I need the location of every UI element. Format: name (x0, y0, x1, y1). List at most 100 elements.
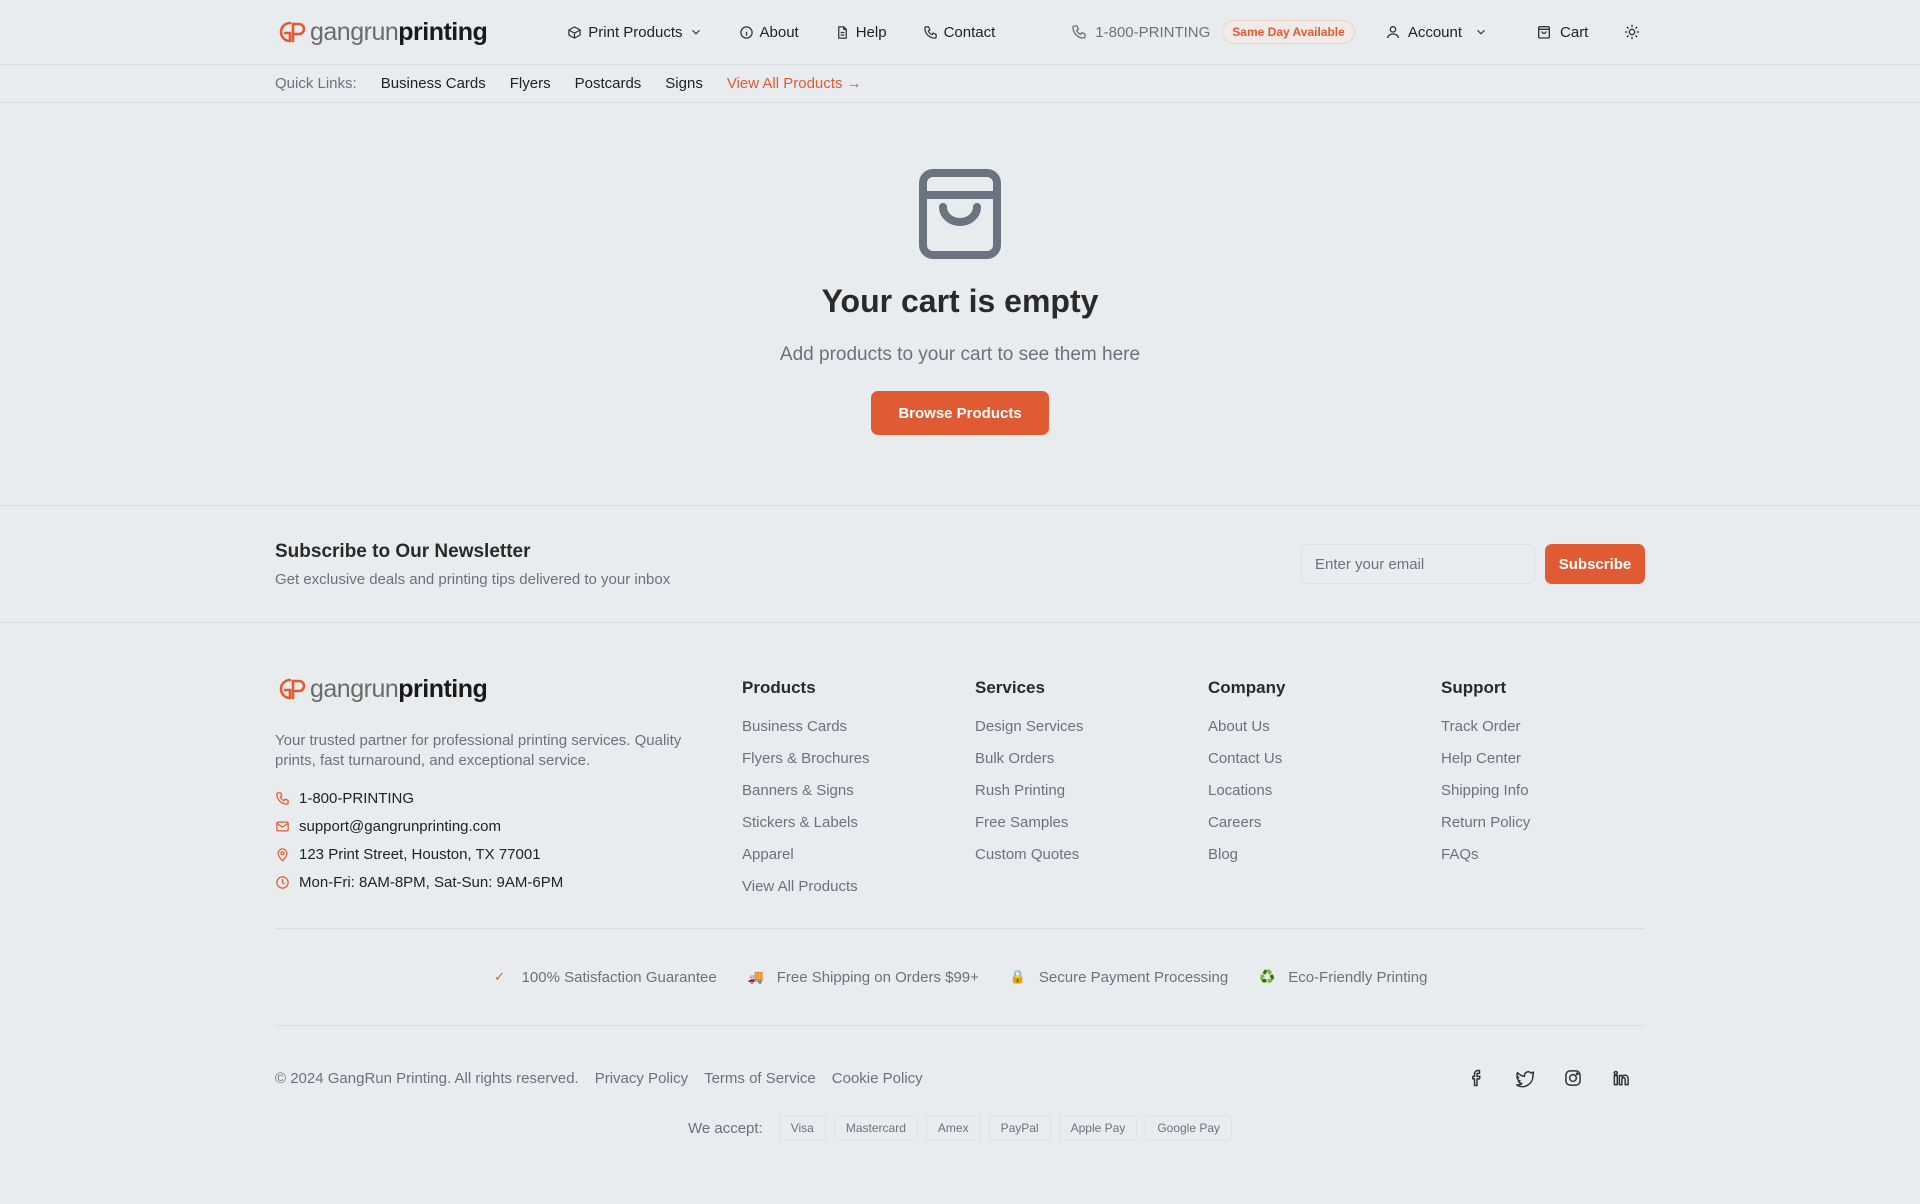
footer-link[interactable]: Business Cards (742, 718, 975, 750)
footer-link[interactable]: FAQs (1441, 846, 1641, 878)
linkedin-icon[interactable] (1611, 1068, 1631, 1088)
header-phone[interactable]: 1-800-PRINTING (1071, 24, 1210, 41)
nav-about[interactable]: About (739, 24, 799, 41)
newsletter-title: Subscribe to Our Newsletter (275, 540, 531, 562)
logo-text-part1: gangrun (310, 674, 399, 703)
cookie-policy-link[interactable]: Cookie Policy (832, 1070, 923, 1087)
facebook-icon[interactable] (1467, 1068, 1487, 1088)
quick-links-bar: Quick Links: Business Cards Flyers Postc… (0, 65, 1920, 103)
payment-visa: Visa (778, 1115, 826, 1141)
site-footer: gangrunprinting Your trusted partner for… (0, 623, 1920, 1141)
nav-print-products[interactable]: Print Products (567, 24, 702, 41)
trust-item-secure: 🔒 Secure Payment Processing (1010, 969, 1228, 986)
payment-apple-pay: Apple Pay (1058, 1115, 1138, 1141)
browse-products-button[interactable]: Browse Products (871, 391, 1049, 435)
footer-link[interactable]: Locations (1208, 782, 1441, 814)
privacy-policy-link[interactable]: Privacy Policy (595, 1070, 688, 1087)
footer-email-text: support@gangrunprinting.com (299, 817, 502, 835)
phone-number: 1-800-PRINTING (1095, 23, 1211, 41)
newsletter-subtitle: Get exclusive deals and printing tips de… (275, 570, 671, 588)
phone-icon (923, 25, 937, 39)
quick-link-postcards[interactable]: Postcards (575, 75, 642, 92)
footer-column-title: Support (1441, 678, 1507, 697)
footer-address: 123 Print Street, Houston, TX 77001 (275, 840, 742, 868)
footer-link[interactable]: Rush Printing (975, 782, 1208, 814)
shopping-bag-icon (919, 169, 1001, 259)
same-day-badge: Same Day Available (1222, 20, 1355, 44)
quick-link-view-all[interactable]: View All Products → (727, 75, 862, 92)
footer-link[interactable]: Design Services (975, 718, 1208, 750)
document-icon (837, 25, 847, 39)
footer-link[interactable]: Free Samples (975, 814, 1208, 846)
footer-email[interactable]: support@gangrunprinting.com (275, 812, 742, 840)
instagram-icon[interactable] (1563, 1068, 1583, 1088)
nav-label: About (759, 23, 799, 41)
footer-link[interactable]: View All Products (742, 878, 975, 910)
shopping-bag-icon (1538, 25, 1551, 39)
payment-paypal: PayPal (988, 1115, 1051, 1141)
footer-address-text: 123 Print Street, Houston, TX 77001 (299, 845, 541, 863)
footer-description: Your trusted partner for professional pr… (275, 732, 682, 769)
theme-toggle-button[interactable] (1624, 24, 1640, 40)
logo-text-part2: printing (398, 17, 488, 46)
clock-icon (276, 875, 289, 889)
nav-help[interactable]: Help (835, 24, 887, 41)
empty-cart-section: Your cart is empty Add products to your … (0, 103, 1920, 506)
footer-link[interactable]: Help Center (1441, 750, 1641, 782)
footer-logo[interactable]: gangrunprinting (276, 673, 742, 705)
footer-link[interactable]: Blog (1208, 846, 1441, 878)
footer-phone-text: 1-800-PRINTING (299, 789, 415, 807)
empty-cart-title: Your cart is empty (821, 283, 1099, 319)
info-icon (739, 25, 753, 39)
quick-link-flyers[interactable]: Flyers (510, 75, 551, 92)
logo-text-part2: printing (398, 674, 488, 703)
cart-link[interactable]: Cart (1536, 24, 1588, 41)
trust-label: Free Shipping on Orders $99+ (776, 968, 979, 986)
footer-link[interactable]: Apparel (742, 846, 975, 878)
footer-hours: Mon-Fri: 8AM-8PM, Sat-Sun: 9AM-6PM (275, 868, 742, 896)
footer-link[interactable]: Banners & Signs (742, 782, 975, 814)
footer-link[interactable]: Custom Quotes (975, 846, 1208, 878)
payment-mastercard: Mastercard (833, 1115, 918, 1141)
logo-mark-icon (279, 678, 306, 700)
phone-icon (1072, 25, 1086, 39)
terms-of-service-link[interactable]: Terms of Service (704, 1070, 816, 1087)
quick-links-label: Quick Links: (275, 75, 357, 92)
newsletter-email-input[interactable] (1301, 544, 1535, 584)
map-pin-icon (277, 847, 288, 861)
account-menu[interactable]: Account (1385, 24, 1488, 41)
footer-link[interactable]: Flyers & Brochures (742, 750, 975, 782)
quick-link-business-cards[interactable]: Business Cards (381, 75, 486, 92)
payment-google-pay: Google Pay (1145, 1115, 1233, 1141)
lock-icon: 🔒 (1009, 969, 1027, 984)
box-icon (568, 25, 582, 39)
nav-contact[interactable]: Contact (923, 23, 996, 41)
footer-link[interactable]: About Us (1208, 718, 1441, 750)
footer-link[interactable]: Careers (1208, 814, 1441, 846)
footer-column-services: Services Design Services Bulk Orders Rus… (975, 673, 1208, 928)
payment-methods: We accept: Visa Mastercard Amex PayPal A… (275, 1115, 1645, 1141)
empty-cart-subtitle: Add products to your cart to see them he… (779, 344, 1141, 365)
trust-label: Secure Payment Processing (1038, 968, 1229, 986)
twitter-icon[interactable] (1515, 1068, 1535, 1088)
phone-icon (276, 791, 289, 805)
copyright-text: © 2024 GangRun Printing. All rights rese… (275, 1069, 579, 1087)
footer-contact-list: 1-800-PRINTING support@gangrunprinting.c… (275, 784, 742, 896)
footer-column-products: Products Business Cards Flyers & Brochur… (742, 673, 975, 928)
footer-phone[interactable]: 1-800-PRINTING (275, 784, 742, 812)
footer-link[interactable]: Track Order (1441, 718, 1641, 750)
footer-link[interactable]: Stickers & Labels (742, 814, 975, 846)
we-accept-label: We accept: (687, 1119, 763, 1137)
site-logo[interactable]: gangrunprinting (276, 16, 488, 48)
subscribe-button[interactable]: Subscribe (1545, 544, 1645, 584)
trust-item-eco: ♻️ Eco-Friendly Printing (1259, 969, 1427, 986)
footer-link[interactable]: Return Policy (1441, 814, 1641, 846)
footer-link[interactable]: Shipping Info (1441, 782, 1641, 814)
quick-link-signs[interactable]: Signs (665, 75, 703, 92)
nav-label: Help (855, 23, 887, 41)
footer-link[interactable]: Bulk Orders (975, 750, 1208, 782)
footer-link[interactable]: Contact Us (1208, 750, 1441, 782)
nav-label: Contact (943, 23, 996, 41)
footer-column-support: Support Track Order Help Center Shipping… (1441, 673, 1641, 928)
nav-label: Print Products (588, 23, 683, 41)
